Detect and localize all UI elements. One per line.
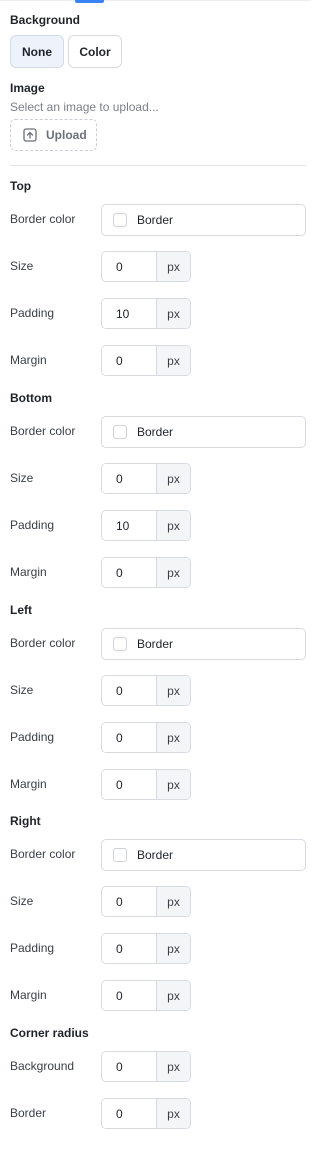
right-padding-label: Padding — [10, 941, 55, 955]
top-size-unit: px — [156, 252, 190, 281]
image-title: Image — [10, 81, 45, 95]
corner-radius-border-unit: px — [156, 1099, 190, 1128]
top-margin-input[interactable] — [102, 346, 156, 375]
top-border-color-label: Border color — [10, 212, 76, 226]
right-border-color-value: Border — [137, 848, 174, 862]
corner-radius-title: Corner radius — [10, 1026, 89, 1040]
bottom-title: Bottom — [10, 391, 52, 405]
bottom-border-color-value: Border — [137, 425, 174, 439]
bottom-size-label: Size — [10, 471, 34, 485]
right-border-color-picker[interactable]: Border — [101, 839, 306, 871]
active-tab-indicator — [75, 0, 104, 3]
left-border-color-value: Border — [137, 637, 174, 651]
top-margin-label: Margin — [10, 353, 47, 367]
left-border-color-swatch — [113, 637, 127, 651]
left-border-color-picker[interactable]: Border — [101, 628, 306, 660]
corner-radius-border-input[interactable] — [102, 1099, 156, 1128]
top-title: Top — [10, 179, 32, 193]
left-margin-unit: px — [156, 770, 190, 799]
left-padding-unit: px — [156, 723, 190, 752]
top-padding-label: Padding — [10, 306, 55, 320]
bottom-size-unit: px — [156, 464, 190, 493]
bottom-padding-label: Padding — [10, 518, 55, 532]
right-size-input[interactable] — [102, 887, 156, 916]
left-margin-label: Margin — [10, 777, 47, 791]
left-padding-field: px — [101, 722, 191, 753]
top-size-field: px — [101, 251, 191, 282]
right-border-color-label: Border color — [10, 847, 76, 861]
background-color-button[interactable]: Color — [68, 35, 122, 68]
image-hint: Select an image to upload... — [10, 100, 159, 114]
bottom-size-field: px — [101, 463, 191, 494]
top-margin-field: px — [101, 345, 191, 376]
top-border-color-value: Border — [137, 213, 174, 227]
right-size-unit: px — [156, 887, 190, 916]
top-margin-unit: px — [156, 346, 190, 375]
bottom-margin-input[interactable] — [102, 558, 156, 587]
bottom-border-color-picker[interactable]: Border — [101, 416, 306, 448]
bottom-margin-label: Margin — [10, 565, 47, 579]
right-title: Right — [10, 814, 41, 828]
top-size-label: Size — [10, 259, 34, 273]
corner-radius-background-unit: px — [156, 1052, 190, 1081]
left-size-unit: px — [156, 676, 190, 705]
top-size-input[interactable] — [102, 252, 156, 281]
bottom-padding-input[interactable] — [102, 511, 156, 540]
left-padding-input[interactable] — [102, 723, 156, 752]
right-margin-field: px — [101, 980, 191, 1011]
top-padding-input[interactable] — [102, 299, 156, 328]
corner-radius-border-field: px — [101, 1098, 191, 1129]
bottom-border-color-swatch — [113, 425, 127, 439]
left-size-field: px — [101, 675, 191, 706]
bottom-size-input[interactable] — [102, 464, 156, 493]
left-size-input[interactable] — [102, 676, 156, 705]
top-border-color-swatch — [113, 213, 127, 227]
right-margin-label: Margin — [10, 988, 47, 1002]
right-size-field: px — [101, 886, 191, 917]
left-border-color-label: Border color — [10, 636, 76, 650]
left-size-label: Size — [10, 683, 34, 697]
top-padding-unit: px — [156, 299, 190, 328]
background-none-button[interactable]: None — [10, 35, 64, 68]
top-padding-field: px — [101, 298, 191, 329]
bottom-border-color-label: Border color — [10, 424, 76, 438]
right-size-label: Size — [10, 894, 34, 908]
right-border-color-swatch — [113, 848, 127, 862]
bottom-margin-field: px — [101, 557, 191, 588]
left-margin-input[interactable] — [102, 770, 156, 799]
bottom-padding-unit: px — [156, 511, 190, 540]
left-title: Left — [10, 603, 32, 617]
right-padding-unit: px — [156, 934, 190, 963]
corner-radius-background-input[interactable] — [102, 1052, 156, 1081]
bottom-margin-unit: px — [156, 558, 190, 587]
right-margin-unit: px — [156, 981, 190, 1010]
top-edge-line — [0, 0, 311, 1]
bottom-padding-field: px — [101, 510, 191, 541]
section-divider — [10, 165, 306, 166]
corner-radius-border-label: Border — [10, 1106, 47, 1120]
right-margin-input[interactable] — [102, 981, 156, 1010]
left-padding-label: Padding — [10, 730, 55, 744]
left-margin-field: px — [101, 769, 191, 800]
corner-radius-background-field: px — [101, 1051, 191, 1082]
upload-button[interactable]: Upload — [10, 119, 97, 151]
top-border-color-picker[interactable]: Border — [101, 204, 306, 236]
upload-label: Upload — [46, 128, 87, 142]
right-padding-input[interactable] — [102, 934, 156, 963]
corner-radius-background-label: Background — [10, 1059, 75, 1073]
background-title: Background — [10, 13, 81, 27]
upload-icon — [23, 128, 37, 142]
right-padding-field: px — [101, 933, 191, 964]
